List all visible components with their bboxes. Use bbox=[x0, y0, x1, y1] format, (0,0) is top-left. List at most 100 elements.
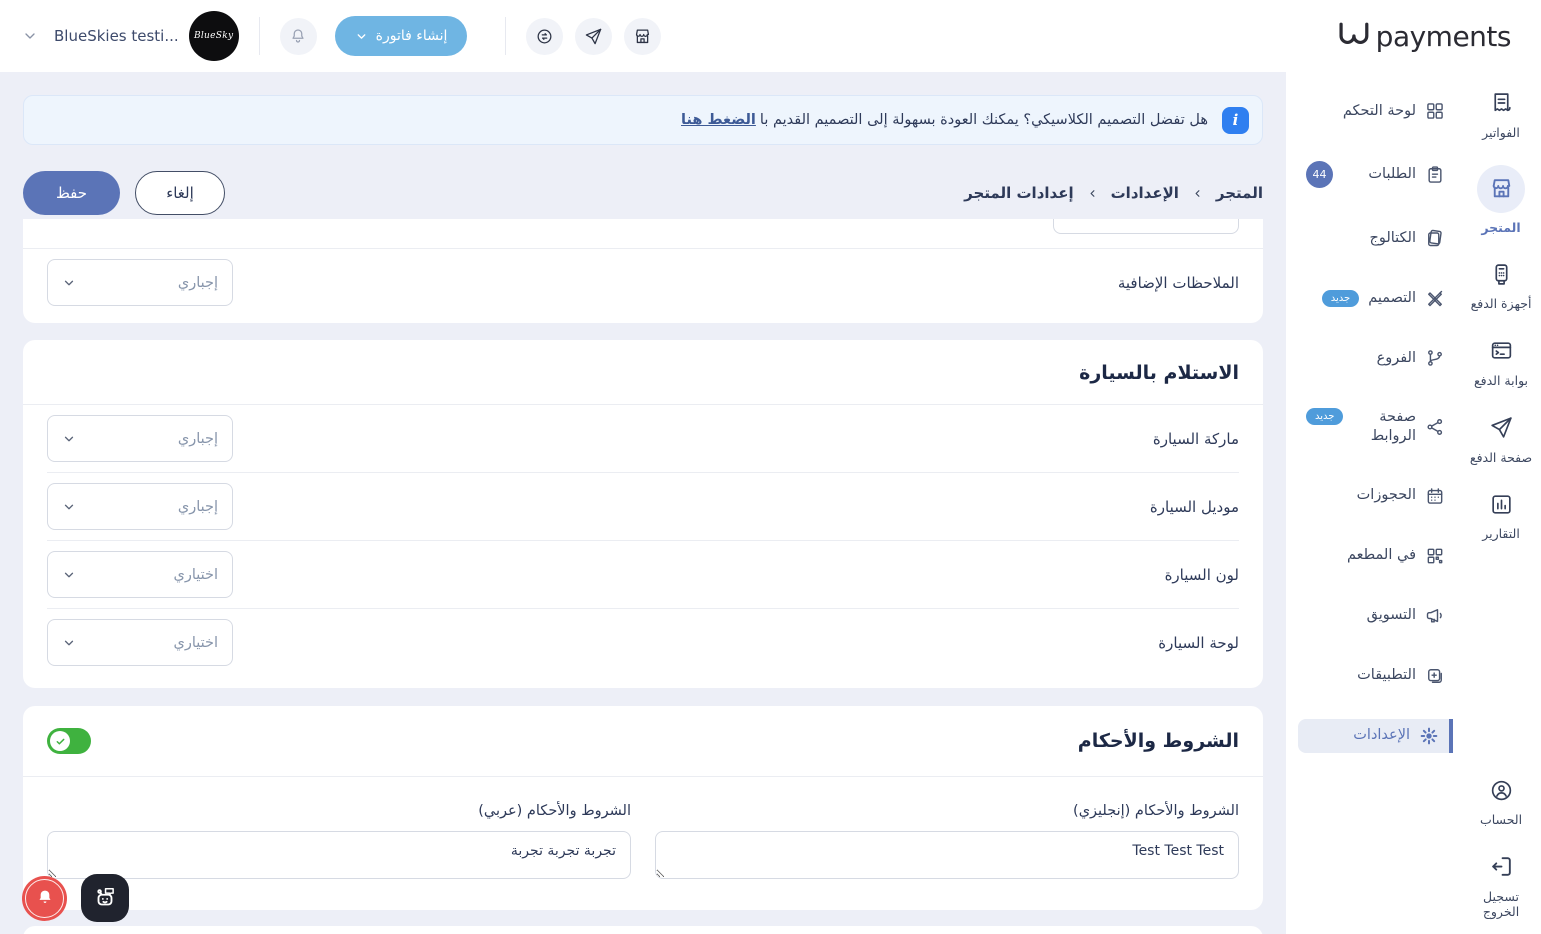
share-store-button[interactable] bbox=[575, 17, 613, 55]
store-icon bbox=[1477, 164, 1525, 213]
section-title: الاستلام بالسيارة bbox=[1079, 362, 1239, 384]
breadcrumb: المتجر الإعدادات إعدادات المتجر bbox=[964, 184, 1263, 202]
field-label: الشروط والأحكام (إنجليزي) bbox=[1073, 803, 1239, 819]
car-plate-row: لوحة السيارة اختياري bbox=[47, 608, 1239, 676]
nav-item-orders[interactable]: الطلبات 44 bbox=[1298, 154, 1453, 195]
car-brand-select[interactable]: إجباري bbox=[47, 415, 233, 462]
car-model-select[interactable]: إجباري bbox=[47, 483, 233, 530]
notification-bell-button[interactable] bbox=[22, 875, 67, 921]
additional-notes-select[interactable]: إجباري bbox=[47, 259, 233, 306]
chevron-down-icon bbox=[62, 276, 76, 290]
storefront-icon bbox=[633, 27, 652, 46]
sidebar-item-payment-gateway[interactable]: بوابة الدفع bbox=[1463, 336, 1539, 389]
create-invoice-button[interactable]: إنشاء فاتورة bbox=[334, 16, 468, 56]
account-chevron-down-icon[interactable] bbox=[22, 28, 38, 44]
git-branch-icon bbox=[1425, 348, 1445, 368]
chevron-down-icon bbox=[62, 500, 76, 514]
inner-sidebar: لوحة التحكم الطلبات 44 الكتالوج التصميم … bbox=[1286, 72, 1461, 934]
section-title: الشروط والأحكام bbox=[1077, 730, 1239, 752]
field-label: موديل السيارة bbox=[1149, 497, 1239, 516]
nav-item-settings[interactable]: الإعدادات bbox=[1298, 718, 1453, 753]
top-bar: BlueSkies testi... BlueSky إنشاء فاتورة bbox=[0, 0, 1541, 72]
chatbot-button[interactable] bbox=[81, 874, 129, 922]
sidebar-item-reports[interactable]: التقارير bbox=[1463, 489, 1539, 542]
nav-item-dashboard[interactable]: لوحة التحكم bbox=[1298, 94, 1453, 128]
clipboard-icon bbox=[1425, 165, 1445, 185]
terms-arabic-field: الشروط والأحكام (عربي) تجربة تجربة تجربة bbox=[47, 803, 631, 883]
logout-icon bbox=[1486, 852, 1516, 882]
breadcrumb-settings[interactable]: الإعدادات bbox=[1111, 184, 1179, 202]
terms-toggle[interactable] bbox=[47, 728, 91, 754]
field-label: ماركة السيارة bbox=[1152, 429, 1239, 448]
terms-english-field: الشروط والأحكام (إنجليزي) Test Test Test bbox=[655, 803, 1239, 883]
sidebar-item-payment-page[interactable]: صفحة الدفع bbox=[1463, 413, 1539, 466]
brand-logo: payments bbox=[1336, 21, 1519, 51]
gear-icon bbox=[1419, 726, 1439, 746]
chevron-down-icon bbox=[62, 432, 76, 446]
divider bbox=[23, 776, 1263, 777]
store-avatar[interactable]: BlueSky bbox=[188, 11, 239, 61]
nav-item-label: التطبيقات bbox=[1357, 667, 1416, 684]
nav-item-links-page[interactable]: صفحة الروابط جديد bbox=[1298, 401, 1453, 453]
sidebar-item-account[interactable]: الحساب bbox=[1463, 775, 1539, 828]
invoices-icon bbox=[1486, 88, 1516, 118]
sidebar-item-logout[interactable]: تسجيل الخروج bbox=[1463, 852, 1539, 920]
notes-card: الملاحظات الإضافية إجباري bbox=[23, 219, 1263, 323]
nav-item-label: لوحة التحكم bbox=[1342, 102, 1416, 119]
car-color-row: لون السيارة اختياري bbox=[47, 540, 1239, 608]
car-model-row: موديل السيارة إجباري bbox=[47, 472, 1239, 540]
save-button[interactable]: حفظ bbox=[23, 171, 120, 215]
nav-item-label: الفروع bbox=[1376, 349, 1416, 366]
car-plate-select[interactable]: اختياري bbox=[47, 619, 233, 666]
banner-link[interactable]: الضغط هنا bbox=[681, 112, 756, 128]
nav-item-label: التسويق bbox=[1366, 607, 1416, 624]
divider bbox=[258, 17, 260, 55]
toggle-check-icon bbox=[50, 731, 70, 751]
sidebar-item-label: صفحة الدفع bbox=[1469, 449, 1533, 465]
terms-english-input[interactable]: Test Test Test bbox=[655, 831, 1239, 879]
sidebar-item-label: الحساب bbox=[1479, 812, 1523, 828]
robot-chat-icon bbox=[92, 885, 118, 911]
chevron-down-icon bbox=[62, 636, 76, 650]
paper-plane-icon bbox=[1486, 413, 1516, 443]
terms-arabic-input[interactable]: تجربة تجربة تجربة bbox=[47, 831, 631, 879]
field-label: لون السيارة bbox=[1164, 565, 1239, 584]
terms-card: الشروط والأحكام الشروط والأحكام (إنجليزي… bbox=[23, 706, 1263, 910]
qr-code-icon bbox=[1425, 546, 1445, 566]
nav-item-design[interactable]: التصميم جديد bbox=[1298, 281, 1453, 315]
nav-item-dine-in[interactable]: في المطعم bbox=[1298, 539, 1453, 573]
sidebar-item-store[interactable]: المتجر bbox=[1463, 164, 1539, 236]
nav-item-marketing[interactable]: التسويق bbox=[1298, 599, 1453, 633]
apps-plus-icon bbox=[1425, 666, 1445, 686]
cancel-button[interactable]: إلغاء bbox=[135, 171, 225, 215]
sidebar-item-invoices[interactable]: الفواتير bbox=[1463, 88, 1539, 141]
bell-icon bbox=[35, 888, 55, 908]
storefront-button[interactable] bbox=[624, 17, 662, 55]
calendar-icon bbox=[1425, 486, 1445, 506]
notifications-button[interactable] bbox=[279, 17, 317, 55]
nav-item-branches[interactable]: الفروع bbox=[1298, 341, 1453, 375]
design-tools-icon bbox=[1425, 288, 1445, 308]
breadcrumb-store[interactable]: المتجر bbox=[1216, 184, 1263, 202]
paper-plane-icon bbox=[584, 27, 603, 46]
banner-text: هل تفضل التصميم الكلاسيكي؟ يمكنك العودة … bbox=[681, 112, 1208, 128]
clipped-select[interactable] bbox=[1053, 219, 1239, 234]
sidebar-item-label: أجهزة الدفع bbox=[1470, 296, 1532, 312]
nav-item-catalog[interactable]: الكتالوج bbox=[1298, 221, 1453, 255]
nav-item-apps[interactable]: التطبيقات bbox=[1298, 659, 1453, 693]
orders-count-badge: 44 bbox=[1306, 161, 1333, 188]
sidebar-item-payment-devices[interactable]: أجهزة الدفع bbox=[1463, 259, 1539, 312]
classic-design-banner: i هل تفضل التصميم الكلاسيكي؟ يمكنك العود… bbox=[23, 95, 1263, 145]
dashboard-grid-icon bbox=[1425, 101, 1445, 121]
new-badge: جديد bbox=[1306, 408, 1344, 425]
car-color-select[interactable]: اختياري bbox=[47, 551, 233, 598]
upayments-mark-icon bbox=[1336, 21, 1374, 51]
nav-item-reservations[interactable]: الحجوزات bbox=[1298, 479, 1453, 513]
account-name[interactable]: BlueSkies testi... bbox=[54, 27, 179, 45]
main-content: i هل تفضل التصميم الكلاسيكي؟ يمكنك العود… bbox=[0, 72, 1286, 934]
nav-item-label: الكتالوج bbox=[1369, 229, 1416, 246]
create-invoice-label: إنشاء فاتورة bbox=[375, 28, 448, 44]
sidebar-item-label: الفواتير bbox=[1482, 125, 1520, 140]
currency-exchange-button[interactable] bbox=[526, 17, 564, 55]
sidebar-item-label: التقارير bbox=[1482, 526, 1520, 542]
